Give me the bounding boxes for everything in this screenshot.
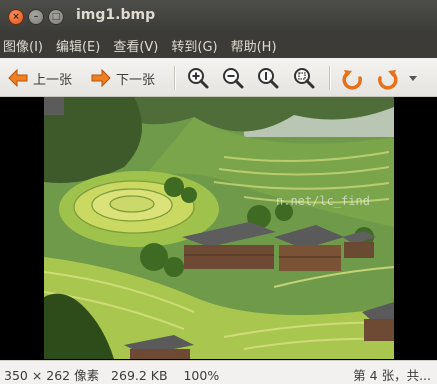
image-viewer[interactable]: n.net/lc_find: [0, 97, 437, 360]
toolbar-separator: [174, 66, 176, 90]
menu-view[interactable]: 查看(V): [113, 36, 158, 55]
overflow-arrow-icon: [409, 76, 417, 81]
zoom-normal-button[interactable]: [256, 66, 280, 90]
zoom-normal-icon: [258, 68, 279, 89]
maximize-window-button[interactable]: □: [48, 9, 64, 25]
menu-go[interactable]: 转到(G): [171, 36, 217, 55]
toolbar-overflow-button[interactable]: [407, 66, 419, 90]
image-dimensions: 350 × 262 像素: [4, 368, 100, 383]
window-title: img1.bmp: [76, 7, 156, 23]
previous-label: 上一张: [33, 72, 73, 88]
menu-edit[interactable]: 编辑(E): [56, 36, 100, 55]
displayed-photo: n.net/lc_find: [44, 97, 394, 359]
toolbar-separator: [329, 66, 331, 90]
rotate-right-icon: [378, 70, 398, 90]
file-size: 269.2 KB: [111, 368, 168, 383]
close-icon: ×: [12, 11, 20, 22]
zoom-level: 100%: [183, 368, 220, 383]
minimize-icon: –: [33, 11, 39, 22]
next-button[interactable]: 下一张: [90, 66, 155, 90]
toolbar: 上一张 下一张: [0, 58, 437, 97]
zoom-out-button[interactable]: [221, 66, 245, 90]
zoom-fit-icon: [294, 68, 315, 89]
zoom-fit-button[interactable]: [292, 66, 316, 90]
zoom-out-icon: [223, 68, 244, 89]
close-window-button[interactable]: ×: [8, 9, 24, 25]
next-label: 下一张: [116, 72, 156, 88]
maximize-icon: □: [51, 11, 61, 22]
menu-bar: 图像(I) 编辑(E) 查看(V) 转到(G) 帮助(H): [0, 33, 437, 58]
rotate-right-button[interactable]: [375, 66, 399, 90]
image-info: 350 × 262 像素 269.2 KB 100%: [4, 365, 219, 384]
title-bar: × – □ img1.bmp: [0, 0, 437, 33]
zoom-in-button[interactable]: [186, 66, 210, 90]
menu-help[interactable]: 帮助(H): [231, 36, 277, 55]
status-bar: 350 × 262 像素 269.2 KB 100% 第 4 张，共...: [0, 360, 437, 384]
rotate-left-icon: [342, 70, 362, 90]
right-arrow-icon: [91, 68, 111, 88]
left-arrow-icon: [8, 68, 28, 88]
rotate-left-button[interactable]: [341, 66, 365, 90]
image-position: 第 4 张，共...: [353, 368, 431, 383]
zoom-in-icon: [188, 68, 209, 89]
menu-image[interactable]: 图像(I): [3, 36, 43, 55]
image-watermark: n.net/lc_find: [276, 194, 370, 208]
previous-button[interactable]: 上一张: [7, 66, 72, 90]
minimize-window-button[interactable]: –: [28, 9, 44, 25]
